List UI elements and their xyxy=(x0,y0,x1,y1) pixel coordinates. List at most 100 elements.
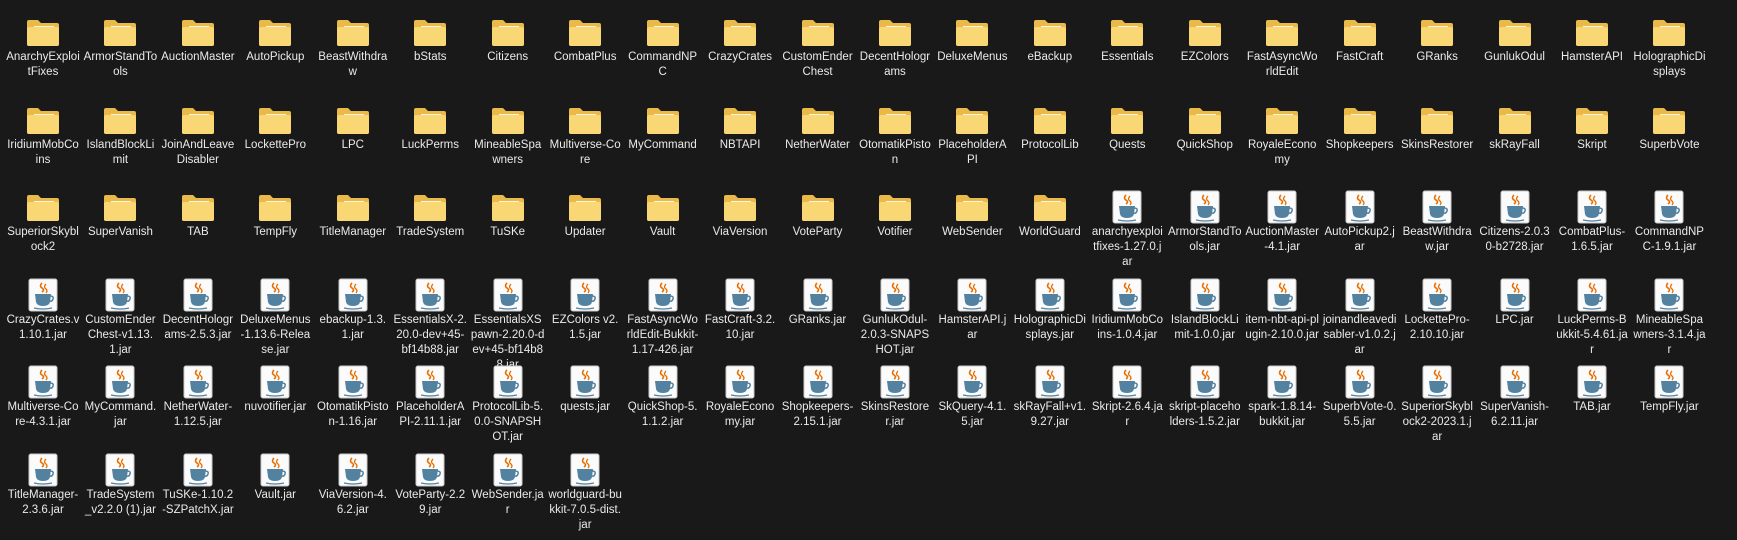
jar-file-item[interactable]: LuckPerms-Bukkit-5.4.61.jar xyxy=(1554,277,1630,363)
folder-item[interactable]: BeastWithdraw xyxy=(315,14,391,100)
folder-item[interactable]: QuickShop xyxy=(1167,102,1243,188)
folder-item[interactable]: ProtocolLib xyxy=(1012,102,1088,188)
jar-file-item[interactable]: VoteParty-2.29.jar xyxy=(392,452,468,538)
folder-item[interactable]: NBTAPI xyxy=(702,102,778,188)
folder-item[interactable]: Updater xyxy=(547,189,623,275)
folder-item[interactable]: CommandNPC xyxy=(625,14,701,100)
folder-item[interactable]: LuckPerms xyxy=(392,102,468,188)
jar-file-item[interactable]: skript-placeholders-1.5.2.jar xyxy=(1167,364,1243,450)
folder-item[interactable]: SuperiorSkyblock2 xyxy=(5,189,81,275)
folder-item[interactable]: TAB xyxy=(160,189,236,275)
jar-file-item[interactable]: CustomEnderChest-v1.13.1.jar xyxy=(82,277,158,363)
folder-item[interactable]: Multiverse-Core xyxy=(547,102,623,188)
jar-file-item[interactable]: Shopkeepers-2.15.1.jar xyxy=(780,364,856,450)
jar-file-item[interactable]: SuperbVote-0.5.5.jar xyxy=(1322,364,1398,450)
jar-file-item[interactable]: EssentialsX-2.20.0-dev+45-bf14b88.jar xyxy=(392,277,468,363)
jar-file-item[interactable]: MyCommand.jar xyxy=(82,364,158,450)
folder-item[interactable]: CombatPlus xyxy=(547,14,623,100)
folder-item[interactable]: IslandBlockLimit xyxy=(82,102,158,188)
folder-item[interactable]: HolographicDisplays xyxy=(1631,14,1707,100)
folder-item[interactable]: WebSender xyxy=(934,189,1010,275)
folder-item[interactable]: SkinsRestorer xyxy=(1399,102,1475,188)
folder-item[interactable]: HamsterAPI xyxy=(1554,14,1630,100)
jar-file-item[interactable]: TAB.jar xyxy=(1554,364,1630,450)
jar-file-item[interactable]: MineableSpawners-3.1.4.jar xyxy=(1631,277,1707,363)
folder-item[interactable]: PlaceholderAPI xyxy=(934,102,1010,188)
folder-item[interactable]: AnarchyExploitFixes xyxy=(5,14,81,100)
jar-file-item[interactable]: AuctionMaster-4.1.jar xyxy=(1244,189,1320,275)
jar-file-item[interactable]: ProtocolLib-5.0.0-SNAPSHOT.jar xyxy=(470,364,546,450)
folder-item[interactable]: NetherWater xyxy=(780,102,856,188)
jar-file-item[interactable]: DecentHolograms-2.5.3.jar xyxy=(160,277,236,363)
jar-file-item[interactable]: IridiumMobCoins-1.0.4.jar xyxy=(1089,277,1165,363)
jar-file-item[interactable]: LockettePro-2.10.10.jar xyxy=(1399,277,1475,363)
jar-file-item[interactable]: SkQuery-4.1.5.jar xyxy=(934,364,1010,450)
folder-item[interactable]: Quests xyxy=(1089,102,1165,188)
folder-item[interactable]: FastAsyncWorldEdit xyxy=(1244,14,1320,100)
folder-item[interactable]: AutoPickup xyxy=(237,14,313,100)
folder-item[interactable]: TuSKe xyxy=(470,189,546,275)
folder-item[interactable]: LockettePro xyxy=(237,102,313,188)
jar-file-item[interactable]: TitleManager-2.3.6.jar xyxy=(5,452,81,538)
jar-file-item[interactable]: SuperiorSkyblock2-2023.1.jar xyxy=(1399,364,1475,450)
folder-item[interactable]: WorldGuard xyxy=(1012,189,1088,275)
jar-file-item[interactable]: CrazyCrates.v1.10.1.jar xyxy=(5,277,81,363)
folder-item[interactable]: JoinAndLeaveDisabler xyxy=(160,102,236,188)
folder-item[interactable]: bStats xyxy=(392,14,468,100)
folder-item[interactable]: DecentHolograms xyxy=(857,14,933,100)
folder-item[interactable]: Citizens xyxy=(470,14,546,100)
folder-item[interactable]: OtomatikPiston xyxy=(857,102,933,188)
jar-file-item[interactable]: Skript-2.6.4.jar xyxy=(1089,364,1165,450)
jar-file-item[interactable]: item-nbt-api-plugin-2.10.0.jar xyxy=(1244,277,1320,363)
jar-file-item[interactable]: RoyaleEconomy.jar xyxy=(702,364,778,450)
jar-file-item[interactable]: EssentialsXSpawn-2.20.0-dev+45-bf14b88.j… xyxy=(470,277,546,371)
folder-item[interactable]: CrazyCrates xyxy=(702,14,778,100)
jar-file-item[interactable]: AutoPickup2.jar xyxy=(1322,189,1398,275)
folder-item[interactable]: Essentials xyxy=(1089,14,1165,100)
jar-file-item[interactable]: ArmorStandTools.jar xyxy=(1167,189,1243,275)
jar-file-item[interactable]: HamsterAPI.jar xyxy=(934,277,1010,363)
jar-file-item[interactable]: ebackup-1.3.1.jar xyxy=(315,277,391,363)
folder-item[interactable]: TradeSystem xyxy=(392,189,468,275)
jar-file-item[interactable]: Citizens-2.0.30-b2728.jar xyxy=(1477,189,1553,275)
jar-file-item[interactable]: CombatPlus-1.6.5.jar xyxy=(1554,189,1630,275)
folder-item[interactable]: LPC xyxy=(315,102,391,188)
jar-file-item[interactable]: ViaVersion-4.6.2.jar xyxy=(315,452,391,538)
folder-item[interactable]: Skript xyxy=(1554,102,1630,188)
jar-file-item[interactable]: SuperVanish-6.2.11.jar xyxy=(1477,364,1553,450)
jar-file-item[interactable]: FastCraft-3.2.10.jar xyxy=(702,277,778,363)
folder-item[interactable]: GunlukOdul xyxy=(1477,14,1553,100)
folder-item[interactable]: FastCraft xyxy=(1322,14,1398,100)
jar-file-item[interactable]: WebSender.jar xyxy=(470,452,546,538)
jar-file-item[interactable]: DeluxeMenus-1.13.6-Release.jar xyxy=(237,277,313,363)
jar-file-item[interactable]: joinandleavedisabler-v1.0.2.jar xyxy=(1322,277,1398,363)
jar-file-item[interactable]: worldguard-bukkit-7.0.5-dist.jar xyxy=(547,452,623,538)
jar-file-item[interactable]: skRayFall+v1.9.27.jar xyxy=(1012,364,1088,450)
folder-item[interactable]: IridiumMobCoins xyxy=(5,102,81,188)
folder-item[interactable]: TitleManager xyxy=(315,189,391,275)
jar-file-item[interactable]: OtomatikPiston-1.16.jar xyxy=(315,364,391,450)
jar-file-item[interactable]: TempFly.jar xyxy=(1631,364,1707,450)
folder-item[interactable]: eBackup xyxy=(1012,14,1088,100)
jar-file-item[interactable]: BeastWithdraw.jar xyxy=(1399,189,1475,275)
folder-item[interactable]: Votifier xyxy=(857,189,933,275)
jar-file-item[interactable]: Multiverse-Core-4.3.1.jar xyxy=(5,364,81,450)
folder-item[interactable]: GRanks xyxy=(1399,14,1475,100)
folder-item[interactable]: SuperVanish xyxy=(82,189,158,275)
jar-file-item[interactable]: PlaceholderAPI-2.11.1.jar xyxy=(392,364,468,450)
jar-file-item[interactable]: Vault.jar xyxy=(237,452,313,538)
folder-item[interactable]: ViaVersion xyxy=(702,189,778,275)
jar-file-item[interactable]: TradeSystem_v2.2.0 (1).jar xyxy=(82,452,158,538)
folder-item[interactable]: SuperbVote xyxy=(1631,102,1707,188)
folder-item[interactable]: CustomEnderChest xyxy=(780,14,856,100)
folder-item[interactable]: DeluxeMenus xyxy=(934,14,1010,100)
jar-file-item[interactable]: IslandBlockLimit-1.0.0.jar xyxy=(1167,277,1243,363)
jar-file-item[interactable]: TuSKe-1.10.2-SZPatchX.jar xyxy=(160,452,236,538)
folder-item[interactable]: AuctionMaster xyxy=(160,14,236,100)
jar-file-item[interactable]: HolographicDisplays.jar xyxy=(1012,277,1088,363)
jar-file-item[interactable]: quests.jar xyxy=(547,364,623,450)
folder-item[interactable]: ArmorStandTools xyxy=(82,14,158,100)
folder-item[interactable]: Shopkeepers xyxy=(1322,102,1398,188)
jar-file-item[interactable]: EZColors v2.1.5.jar xyxy=(547,277,623,363)
jar-file-item[interactable]: SkinsRestorer.jar xyxy=(857,364,933,450)
